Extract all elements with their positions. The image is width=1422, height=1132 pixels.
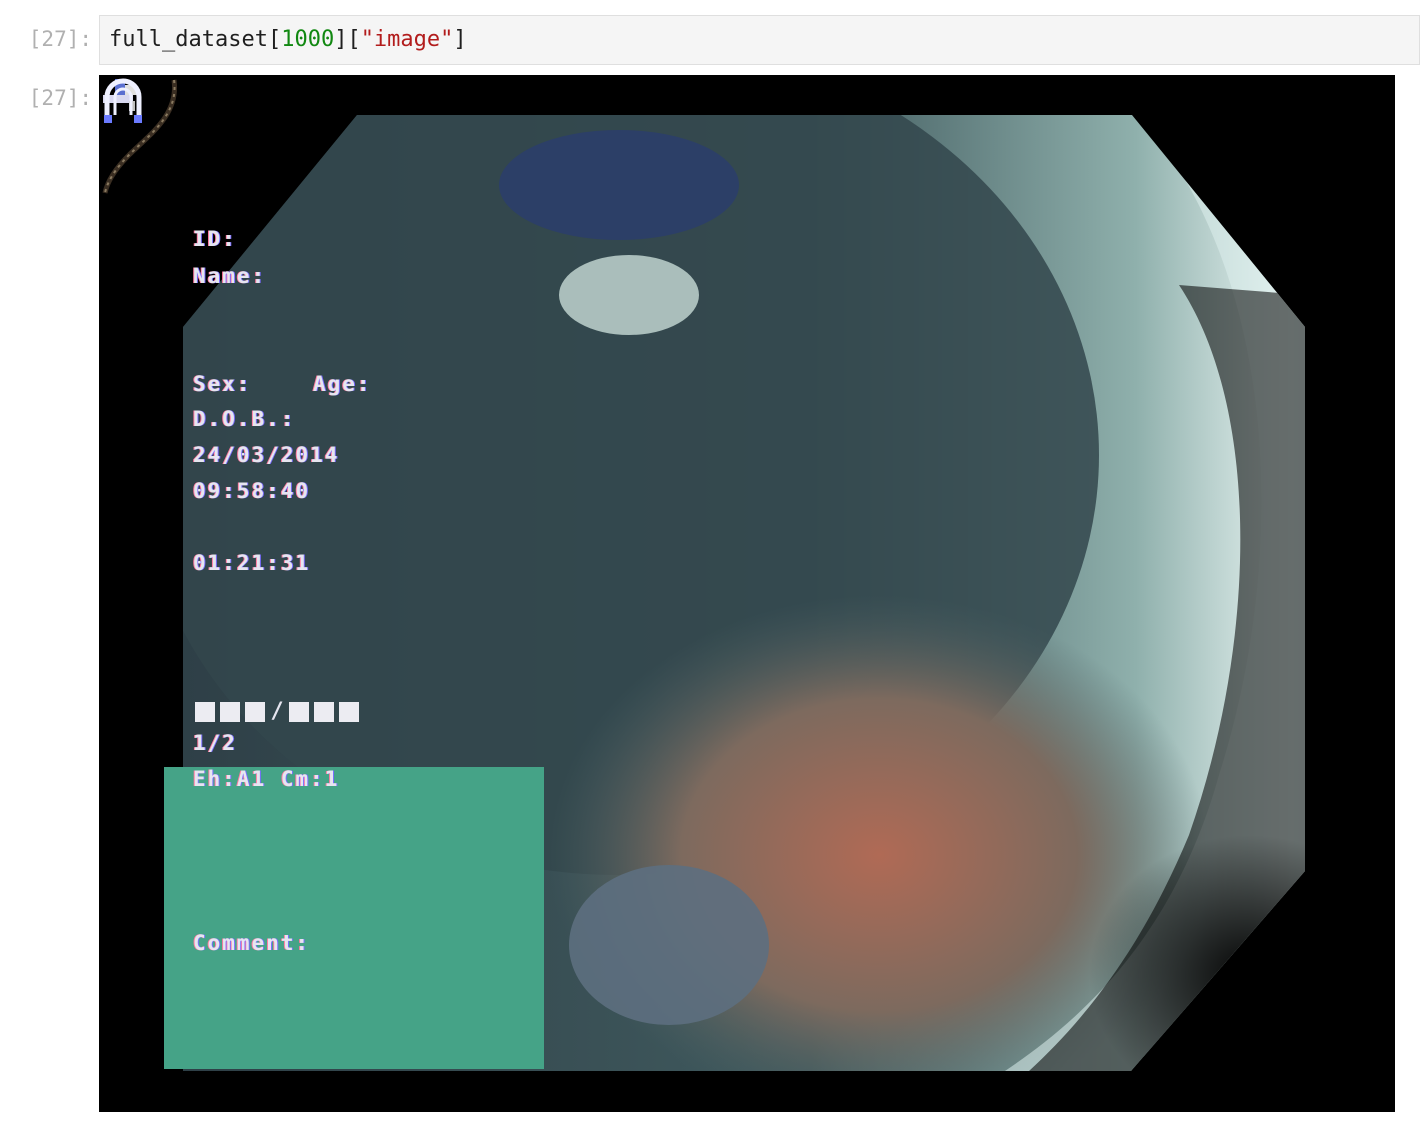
output-image: ID: Name: Sex: Age: D.O.B.: 24/03/2014 0… — [99, 75, 1395, 1112]
osd-page: 1/2 — [193, 731, 237, 755]
osd-elapsed: 01:21:31 — [193, 551, 311, 575]
code-bracket: ][ — [334, 27, 361, 52]
code-cell-input[interactable]: full_dataset[1000]["image"] — [99, 15, 1420, 65]
osd-age-label: Age: — [313, 372, 372, 396]
osd-square — [220, 701, 240, 722]
code-bracket: [ — [267, 27, 282, 52]
osd-settings: Eh:A1 Cm:1 — [193, 767, 340, 791]
code-line: full_dataset[1000]["image"] — [109, 27, 467, 52]
osd-square — [195, 701, 215, 722]
osd-date: 24/03/2014 — [193, 443, 340, 467]
code-index: 1000 — [281, 27, 335, 52]
osd-comment-label: Comment: — [193, 931, 311, 955]
osd-progress-squares: / — [195, 699, 359, 724]
osd-name-label: Name: — [193, 264, 267, 288]
osd-slash: / — [270, 699, 284, 724]
input-prompt: [27]: — [28, 27, 92, 51]
code-variable: full_dataset — [109, 27, 268, 52]
osd-id-label: ID: — [193, 227, 237, 251]
osd-dob-label: D.O.B.: — [193, 407, 296, 431]
comment-panel — [164, 767, 544, 1069]
osd-square — [289, 701, 309, 722]
code-key: "image" — [360, 27, 454, 52]
output-prompt: [27]: — [28, 86, 92, 110]
code-bracket: ] — [453, 27, 467, 52]
osd-square — [314, 701, 334, 722]
osd-sex-label: Sex: — [193, 372, 252, 396]
osd-square — [245, 701, 265, 722]
magnet-scope-icon — [104, 78, 142, 123]
osd-square — [339, 701, 359, 722]
osd-time: 09:58:40 — [193, 479, 311, 503]
